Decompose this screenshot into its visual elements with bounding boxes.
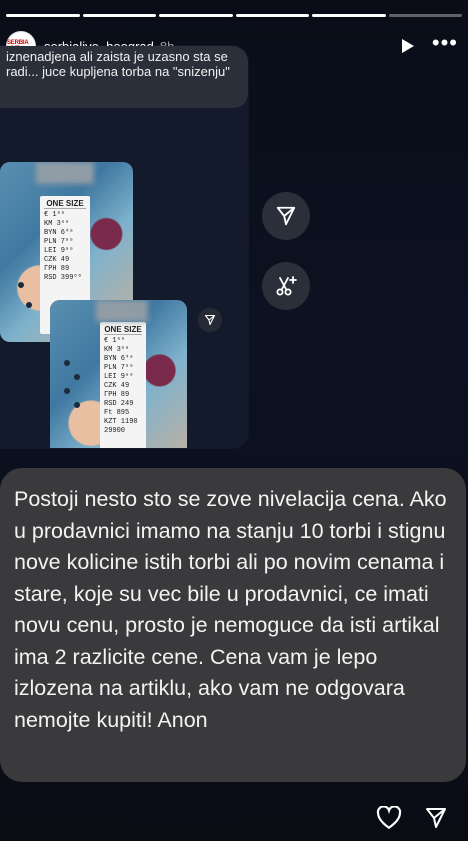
progress-segment [6, 14, 80, 17]
tag-line: € 1⁹⁹ [104, 337, 126, 345]
tag-line: PLN 7⁹⁹ [44, 238, 74, 246]
tag-line: € 1⁹⁹ [44, 211, 66, 219]
tag-line: PLN 7⁹⁹ [104, 364, 134, 372]
tag-line: BYN 6⁴⁹ [44, 229, 74, 237]
send-icon[interactable] [424, 806, 448, 830]
story-footer-actions [376, 806, 448, 830]
quoted-message: iznenadjena ali zaista je uzasno sta se … [0, 46, 248, 108]
tag-line: BYN 6⁴⁹ [104, 355, 134, 363]
bag-dot [18, 282, 24, 288]
tag-line: KZT 1190 [104, 418, 138, 426]
progress-segment [312, 14, 386, 17]
more-options-icon[interactable]: ••• [432, 32, 458, 54]
tag-line: KM 3⁹⁹ [104, 346, 130, 354]
heart-icon[interactable] [376, 806, 402, 830]
tag-line: ГРН 89 [104, 391, 130, 399]
send-icon [276, 206, 296, 226]
send-icon[interactable] [198, 308, 222, 332]
bag-dot [74, 402, 80, 408]
story-caption: Postoji nesto sto se zove nivelacija cen… [0, 468, 466, 782]
price-tag: ONE SIZE € 1⁹⁹ KM 3⁹⁹ BYN 6⁴⁹ PLN 7⁹⁹ LE… [100, 322, 146, 448]
tag-line: ГРН 89 [44, 265, 70, 273]
tag-line: CZK 49 [104, 382, 130, 390]
progress-segment [235, 14, 309, 17]
share-post-button[interactable] [262, 192, 310, 240]
tag-line: CZK 49 [44, 256, 70, 264]
progress-segment [82, 14, 156, 17]
reshared-post-card[interactable]: iznenadjena ali zaista je uzasno sta se … [0, 46, 248, 448]
bag-dot [64, 388, 70, 394]
bag-dot [64, 360, 70, 366]
bag-dot [26, 302, 32, 308]
tag-size-label: ONE SIZE [44, 199, 86, 209]
bag-photo-2: ONE SIZE € 1⁹⁹ KM 3⁹⁹ BYN 6⁴⁹ PLN 7⁹⁹ LE… [50, 300, 187, 448]
tag-line: KM 3⁹⁹ [44, 220, 70, 228]
tag-line: RSD 399⁰⁰ [44, 274, 82, 282]
tag-line: Ft 895 [104, 409, 130, 417]
tag-size-label: ONE SIZE [104, 325, 142, 335]
blurred-area [96, 300, 148, 322]
blurred-area [36, 162, 94, 184]
progress-segment [159, 14, 233, 17]
story-progress-bar [6, 14, 462, 17]
tag-line: 29900 [104, 427, 126, 435]
tag-line: RSD 249 [104, 400, 134, 408]
play-icon[interactable] [401, 39, 414, 53]
bag-dot [74, 374, 80, 380]
tag-line: LEI 9⁹⁹ [104, 373, 134, 381]
cutout-sticker-button[interactable] [262, 262, 310, 310]
progress-segment [388, 14, 462, 17]
cut-sparkle-icon [276, 276, 297, 296]
tag-line: LEI 9⁹⁹ [44, 247, 74, 255]
